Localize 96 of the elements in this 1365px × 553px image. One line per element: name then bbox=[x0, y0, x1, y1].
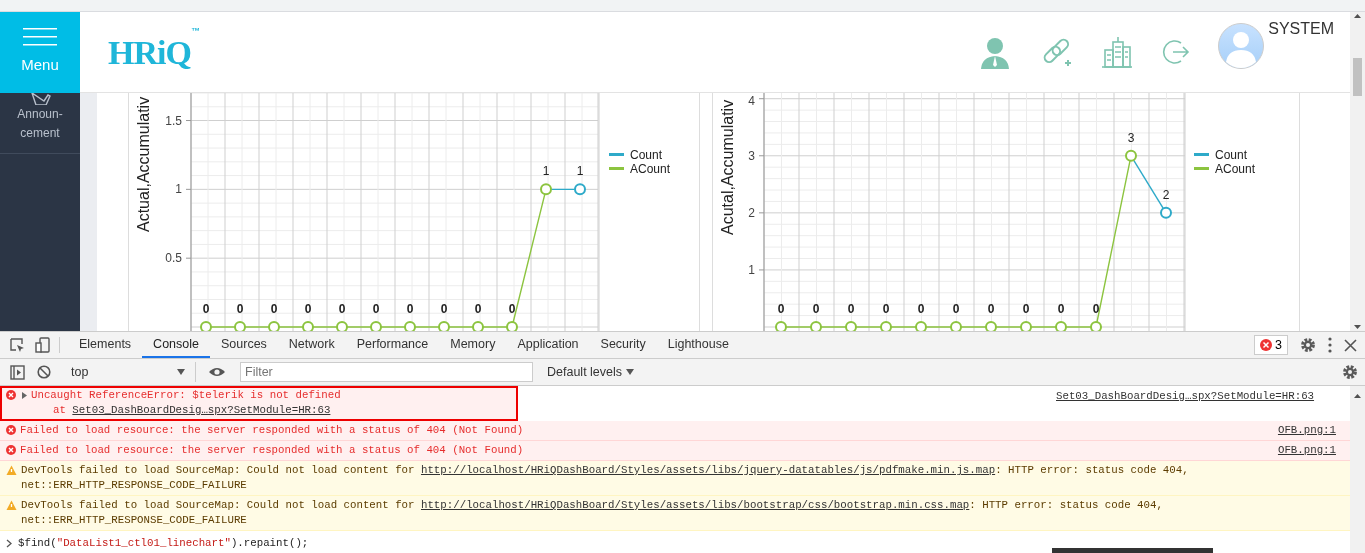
data-label: 0 bbox=[1057, 302, 1065, 316]
more-menu-icon[interactable] bbox=[1328, 337, 1332, 353]
data-point bbox=[1125, 149, 1137, 162]
data-label: 0 bbox=[917, 302, 925, 316]
y-tick-label: 0.5 bbox=[165, 251, 182, 266]
data-label: 0 bbox=[338, 302, 346, 316]
megaphone-icon bbox=[28, 93, 52, 105]
user-name: SYSTEM bbox=[1268, 19, 1334, 39]
source-map-link[interactable]: http://localhost/HRiQDashBoard/Styles/assets/libs/bootstrap/css/bootstrap.min.css.map bbox=[420, 499, 970, 511]
stack-trace-link[interactable]: Set03_DashBoardDesig…spx?SetModule=HR:63 bbox=[72, 404, 331, 416]
log-levels-dropdown[interactable]: Default levels bbox=[541, 361, 641, 383]
legend-label: Count bbox=[1215, 148, 1248, 162]
data-label: 0 bbox=[882, 302, 890, 316]
y-tick-label: 1 bbox=[175, 182, 182, 197]
legend-item: ACount bbox=[1194, 162, 1256, 176]
data-label: 0 bbox=[508, 302, 516, 316]
data-point bbox=[540, 183, 552, 196]
devtools-tab[interactable]: Elements bbox=[68, 332, 143, 358]
clear-console-icon[interactable] bbox=[37, 365, 51, 379]
page-scrollbar[interactable] bbox=[1350, 12, 1365, 331]
scroll-up-icon[interactable] bbox=[1353, 392, 1362, 400]
data-label: 0 bbox=[372, 302, 380, 316]
settings-icon[interactable] bbox=[1300, 337, 1316, 353]
data-label: 0 bbox=[440, 302, 448, 316]
y-tick-label: 3 bbox=[748, 148, 755, 163]
axis-title: Acutal,Accumulativ bbox=[719, 99, 736, 235]
data-label: 0 bbox=[847, 302, 855, 316]
y-tick-label: 1 bbox=[748, 262, 755, 277]
legend-item: ACount bbox=[609, 162, 671, 176]
devtools-tab[interactable]: Memory bbox=[439, 332, 507, 358]
data-point bbox=[1160, 206, 1172, 219]
caret-icon bbox=[626, 369, 635, 375]
data-label: 0 bbox=[236, 302, 244, 316]
data-label: 0 bbox=[1092, 302, 1100, 316]
error-icon bbox=[1260, 339, 1273, 351]
data-label: 3 bbox=[1127, 130, 1135, 145]
devtools-tab[interactable]: Lighthouse bbox=[656, 332, 740, 358]
legend-item: Count bbox=[1194, 148, 1248, 162]
device-toolbar-icon[interactable] bbox=[34, 337, 50, 353]
scroll-thumb[interactable] bbox=[1353, 58, 1362, 96]
data-label: 1 bbox=[542, 164, 550, 179]
message-text: Uncaught ReferenceError: $telerik is not defined bbox=[31, 388, 341, 403]
data-label: 0 bbox=[304, 302, 312, 316]
hamburger-icon bbox=[23, 27, 57, 46]
error-count-button[interactable]: 3 bbox=[1254, 335, 1288, 355]
context-select[interactable]: top bbox=[61, 362, 196, 382]
data-label: 1 bbox=[576, 164, 584, 179]
data-label: 0 bbox=[812, 302, 820, 316]
data-label: 0 bbox=[987, 302, 995, 316]
source-link[interactable]: OFB.png:1 bbox=[1277, 443, 1336, 458]
source-map-link[interactable]: http://localhost/HRiQDashBoard/Styles/assets/libs/jquery-datatables/js/pdfmake.min.js.map bbox=[420, 464, 996, 476]
message-text: DevTools failed to load SourceMap: Could not load content for http://localhost/HRiQDashBoard/Styles/assets/libs/bootstrap/css/bootstrap.min.css.map: HTTP error: status code 404, net::ERR_HTTP_RESPONSE_CODE_FAILURE bbox=[21, 498, 1164, 528]
data-label: 0 bbox=[406, 302, 414, 316]
console-input[interactable]: $find("DataList1_ctl01_linechart").repaint(); bbox=[18, 535, 309, 552]
console-settings-icon[interactable] bbox=[1342, 364, 1358, 380]
devtools-tab[interactable]: Performance bbox=[345, 332, 440, 358]
source-link[interactable]: OFB.png:1 bbox=[1277, 423, 1336, 438]
warning-icon bbox=[6, 465, 17, 475]
error-icon bbox=[6, 445, 16, 455]
data-label: 0 bbox=[202, 302, 210, 316]
error-icon bbox=[6, 425, 16, 435]
stack-trace-prefix: at bbox=[53, 404, 67, 416]
data-label: 0 bbox=[270, 302, 278, 316]
close-icon[interactable] bbox=[1344, 338, 1357, 352]
axis-title: Actual,Accumulativ bbox=[135, 96, 152, 232]
data-label: 2 bbox=[1162, 187, 1170, 202]
warning-icon bbox=[6, 500, 17, 510]
sidebar-toggle-icon[interactable] bbox=[10, 364, 25, 380]
eye-icon[interactable] bbox=[208, 366, 226, 378]
prompt-icon bbox=[6, 538, 12, 548]
message-text: DevTools failed to load SourceMap: Could not load content for http://localhost/HRiQDashBoard/Styles/assets/libs/jquery-datatables/js/pdfmake.min.js.map: HTTP error: status code 404, net::ERR_HTTP_RESPONSE_CODE_FAILURE bbox=[21, 463, 1190, 493]
data-label: 0 bbox=[952, 302, 960, 316]
expand-triangle-icon[interactable] bbox=[22, 392, 27, 399]
data-point bbox=[574, 183, 586, 196]
data-label: 0 bbox=[777, 302, 785, 316]
message-text: Failed to load resource: the server responded with a status of 404 (Not Found) bbox=[20, 423, 525, 438]
inspect-icon[interactable] bbox=[9, 337, 25, 353]
message-text: Failed to load resource: the server responded with a status of 404 (Not Found) bbox=[20, 443, 525, 458]
legend-label: ACount bbox=[630, 162, 671, 176]
legend-label: Count bbox=[630, 148, 663, 162]
source-link[interactable]: Set03_DashBoardDesig…spx?SetModule=HR:63 bbox=[1056, 389, 1315, 404]
filter-field[interactable]: Filter bbox=[240, 362, 533, 382]
devtools-tab[interactable]: Security bbox=[589, 332, 657, 358]
caret-icon bbox=[177, 369, 185, 375]
y-tick-label: 1.5 bbox=[165, 113, 182, 128]
data-label: 0 bbox=[1022, 302, 1030, 316]
error-icon bbox=[6, 390, 16, 400]
devtools-tab[interactable]: Network bbox=[277, 332, 346, 358]
data-label: 0 bbox=[474, 302, 482, 316]
y-tick-label: 2 bbox=[748, 205, 755, 220]
legend-item: Count bbox=[609, 148, 663, 162]
devtools-tab[interactable]: Sources bbox=[210, 332, 278, 358]
console-scrollbar[interactable] bbox=[1350, 386, 1365, 553]
devtools-tab[interactable]: Application bbox=[506, 332, 590, 358]
legend-label: ACount bbox=[1215, 162, 1256, 176]
y-tick-label: 4 bbox=[748, 94, 755, 108]
